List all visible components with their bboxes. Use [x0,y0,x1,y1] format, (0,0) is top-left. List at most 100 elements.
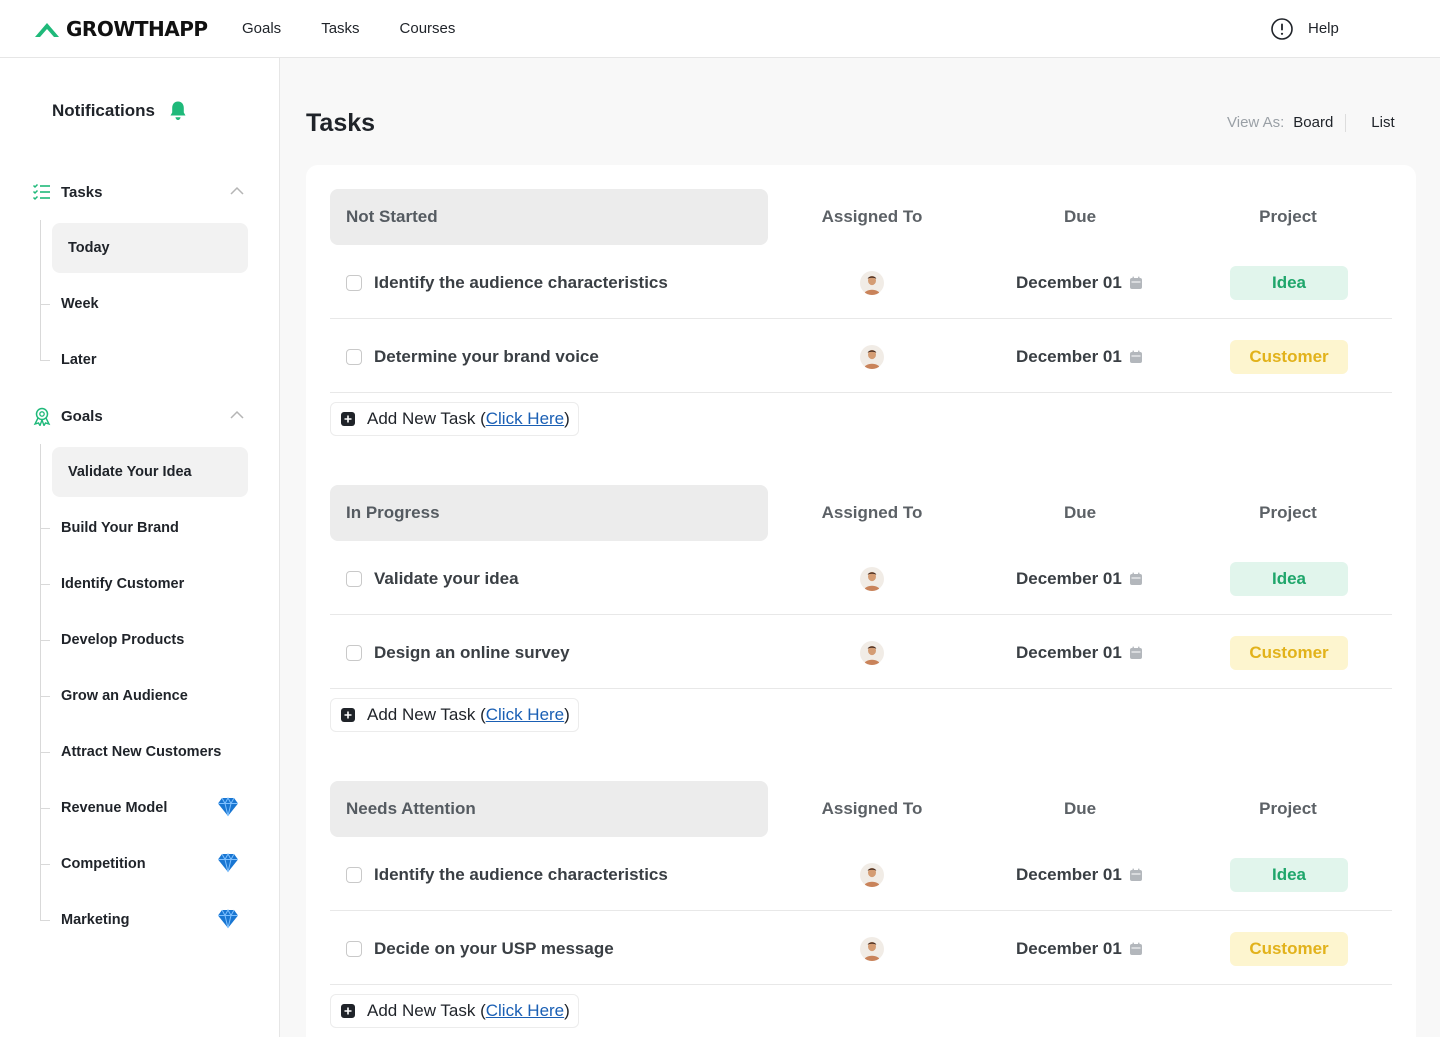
task-group-in-progress: In Progress Assigned To Due Project Vali… [330,485,1392,732]
task-name[interactable]: Decide on your USP message [374,939,614,959]
task-name[interactable]: Identify the audience characteristics [374,273,668,293]
bell-icon [170,101,186,120]
nav-goals[interactable]: Goals [242,19,281,39]
due-date: December 01 [1016,643,1122,662]
diamond-icon [218,909,238,929]
view-list-button[interactable]: List [1371,114,1394,132]
group-title[interactable]: In Progress [330,485,768,541]
project-badge[interactable]: Customer [1230,636,1348,670]
sidebar-item-identify-customer[interactable]: Identify Customer [40,559,248,609]
calendar-icon[interactable] [1129,942,1143,956]
task-row[interactable]: Identify the audience characteristics De… [330,245,1392,319]
sidebar-item-today[interactable]: Today [52,223,248,273]
project-badge[interactable]: Idea [1230,858,1348,892]
sidebar-item-grow-an-audience[interactable]: Grow an Audience [40,671,248,721]
add-task-button[interactable]: Add New Task (Click Here) [330,994,579,1028]
calendar-icon[interactable] [1129,868,1143,882]
sidebar-item-week[interactable]: Week [40,279,248,329]
avatar[interactable] [860,271,884,295]
group-title[interactable]: Not Started [330,189,768,245]
help-link[interactable]: Help [1270,17,1339,41]
project-badge[interactable]: Customer [1230,932,1348,966]
task-name[interactable]: Determine your brand voice [374,347,599,367]
add-task-suffix: ) [564,705,570,724]
nav-tasks[interactable]: Tasks [321,19,359,39]
tree-tick [40,584,50,585]
task-checkbox[interactable] [346,571,362,587]
task-name[interactable]: Validate your idea [374,569,519,589]
calendar-icon[interactable] [1129,572,1143,586]
calendar-icon[interactable] [1129,646,1143,660]
task-name[interactable]: Design an online survey [374,643,570,663]
add-task-link[interactable]: Click Here [486,409,564,428]
add-task-button[interactable]: Add New Task (Click Here) [330,402,579,436]
task-row[interactable]: Validate your idea December 01 Idea [330,541,1392,615]
sidebar-item-develop-products[interactable]: Develop Products [40,615,248,665]
tree-tick [40,752,50,753]
add-task-text: Add New Task (Click Here) [367,705,570,725]
due-date: December 01 [1016,865,1122,884]
tree-tick [40,304,50,305]
due-date: December 01 [1016,273,1122,292]
task-row[interactable]: Determine your brand voice December 01 C… [330,319,1392,393]
column-header-assigned: Assigned To [821,799,923,818]
calendar-icon[interactable] [1129,276,1143,290]
sidebar-item-revenue-model[interactable]: Revenue Model [40,783,248,833]
chevron-up-icon[interactable] [230,410,244,420]
sidebar-item-label: Grow an Audience [61,688,188,704]
project-badge[interactable]: Customer [1230,340,1348,374]
task-checkbox[interactable] [346,941,362,957]
task-checkbox[interactable] [346,645,362,661]
plus-square-icon [341,412,355,426]
task-row[interactable]: Identify the audience characteristics De… [330,837,1392,911]
add-task-link[interactable]: Click Here [486,705,564,724]
sidebar-tasks-label: Tasks [61,183,103,201]
sidebar-item-later[interactable]: Later [40,335,248,385]
due-date: December 01 [1016,347,1122,366]
logo-chevron-icon [35,23,59,37]
sidebar-item-attract-new-customers[interactable]: Attract New Customers [40,727,248,777]
avatar[interactable] [860,567,884,591]
avatar[interactable] [860,863,884,887]
task-checkbox[interactable] [346,349,362,365]
column-header-due: Due [1063,799,1097,818]
sidebar-item-label: Validate Your Idea [68,464,192,480]
avatar[interactable] [860,345,884,369]
task-checkbox[interactable] [346,867,362,883]
task-row[interactable]: Design an online survey December 01 Cust… [330,615,1392,689]
add-task-prefix: Add New Task ( [367,409,486,428]
avatar[interactable] [860,937,884,961]
sidebar-item-build-your-brand[interactable]: Build Your Brand [40,503,248,553]
avatar[interactable] [860,641,884,665]
column-header-assigned: Assigned To [821,503,923,522]
calendar-icon[interactable] [1129,350,1143,364]
tree-tick [40,528,50,529]
tree-tick [40,920,50,921]
task-name[interactable]: Identify the audience characteristics [374,865,668,885]
sidebar-item-marketing[interactable]: Marketing [40,895,248,945]
sidebar-item-validate-your-idea[interactable]: Validate Your Idea [52,447,248,497]
add-task-button[interactable]: Add New Task (Click Here) [330,698,579,732]
project-badge[interactable]: Idea [1230,266,1348,300]
view-board-button[interactable]: Board [1293,114,1347,132]
view-as-label: View As: [1227,114,1285,131]
due-date: December 01 [1016,939,1122,958]
task-row[interactable]: Decide on your USP message December 01 C… [330,911,1392,985]
notifications-link[interactable]: Notifications [52,98,187,124]
task-checkbox[interactable] [346,275,362,291]
task-board: Not Started Assigned To Due Project Iden… [306,165,1416,1037]
chevron-up-icon[interactable] [230,186,244,196]
sidebar-item-label: Later [61,352,97,368]
sidebar-item-label: Week [61,296,99,312]
group-title[interactable]: Needs Attention [330,781,768,837]
add-task-link[interactable]: Click Here [486,1001,564,1020]
nav-courses[interactable]: Courses [400,19,456,39]
add-task-suffix: ) [564,1001,570,1020]
group-header: In Progress Assigned To Due Project [330,485,1392,541]
project-badge[interactable]: Idea [1230,562,1348,596]
logo[interactable]: GROWTHAPP [34,17,208,41]
sidebar-goals-section[interactable]: Goals [32,404,248,428]
sidebar-item-competition[interactable]: Competition [40,839,248,889]
sidebar-tasks-section[interactable]: Tasks [32,180,248,204]
sidebar-item-label: Today [68,240,110,256]
